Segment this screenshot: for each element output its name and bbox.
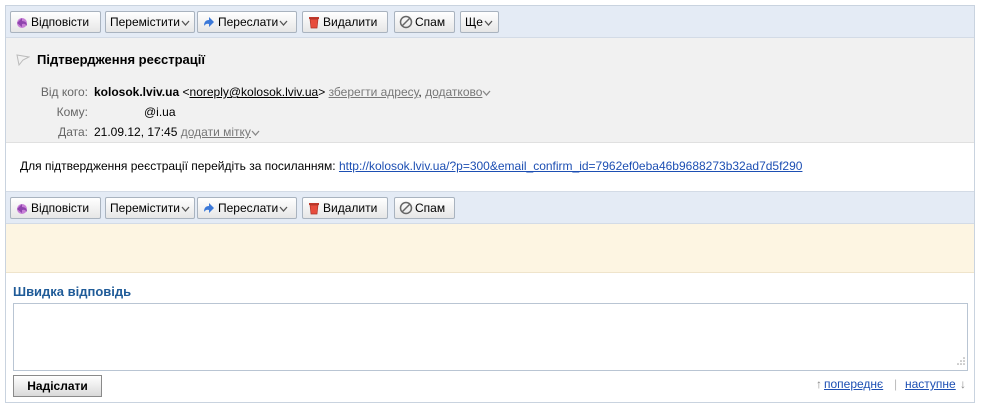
quick-reply-title: Швидка відповідь [13, 284, 132, 299]
to-value: @i.ua [144, 105, 176, 119]
pager-separator: | [894, 377, 898, 391]
block-icon [399, 201, 413, 215]
message-header: Підтвердження реєстрації Від кого: kolos… [6, 38, 974, 143]
chevron-down-icon [484, 12, 493, 32]
more-button[interactable]: Ще [460, 11, 499, 33]
message-subject: Підтвердження реєстрації [37, 52, 206, 67]
from-line: kolosok.lviv.ua <noreply@kolosok.lviv.ua… [94, 85, 491, 99]
next-message-link[interactable]: наступне [905, 377, 956, 391]
date-label: Дата: [58, 125, 88, 139]
delete-button[interactable]: Видалити [302, 197, 388, 219]
quick-reply-textarea[interactable] [13, 303, 968, 371]
prev-message-link[interactable]: попереднє [824, 377, 883, 391]
chevron-down-icon [181, 12, 190, 32]
body-text: Для підтвердження реєстрації перейдіть з… [20, 159, 336, 173]
from-label: Від кого: [40, 85, 88, 99]
forward-button[interactable]: Переслати [197, 11, 297, 33]
trash-icon [307, 201, 321, 215]
add-tag-link[interactable]: додати мітку [181, 125, 251, 139]
sender-email-link[interactable]: noreply@kolosok.lviv.ua [190, 85, 319, 99]
down-arrow-icon: ↓ [960, 377, 966, 391]
chevron-down-icon [279, 12, 288, 32]
reply-button[interactable]: Відповісти [10, 197, 101, 219]
toolbar-top: Відповісти Перемістити Переслати Видалит… [6, 6, 974, 38]
reply-icon [15, 15, 29, 29]
toolbar-bottom: Відповісти Перемістити Переслати Видалит… [6, 191, 974, 224]
move-button[interactable]: Перемістити [105, 197, 195, 219]
date-line: 21.09.12, 17:45 додати мітку [94, 125, 260, 139]
chevron-down-icon [279, 198, 288, 218]
message-view: Відповісти Перемістити Переслати Видалит… [5, 5, 975, 403]
to-label: Кому: [56, 105, 88, 119]
up-arrow-icon: ↑ [816, 377, 822, 391]
resize-grip-icon[interactable] [957, 354, 965, 368]
forward-button[interactable]: Переслати [197, 197, 297, 219]
block-icon [399, 15, 413, 29]
forward-icon [202, 15, 216, 29]
sender-name: kolosok.lviv.ua [94, 85, 180, 99]
spam-button[interactable]: Спам [394, 11, 455, 33]
flag-icon[interactable] [16, 54, 31, 69]
send-button[interactable]: Надіслати [13, 375, 102, 397]
save-address-link[interactable]: зберегти адресу [329, 85, 419, 99]
reply-button[interactable]: Відповісти [10, 11, 101, 33]
more-info-link[interactable]: додатково [425, 85, 482, 99]
trash-icon [307, 15, 321, 29]
chevron-down-icon [181, 198, 190, 218]
delete-button[interactable]: Видалити [302, 11, 388, 33]
chevron-down-icon[interactable] [482, 85, 491, 99]
message-body: Для підтвердження реєстрації перейдіть з… [20, 159, 802, 173]
move-button[interactable]: Перемістити [105, 11, 195, 33]
notice-area [6, 224, 974, 273]
confirm-link[interactable]: http://kolosok.lviv.ua/?p=300&email_conf… [339, 159, 802, 173]
reply-icon [15, 201, 29, 215]
date-value: 21.09.12, 17:45 [94, 125, 178, 139]
forward-icon [202, 201, 216, 215]
chevron-down-icon[interactable] [251, 125, 260, 139]
spam-button[interactable]: Спам [394, 197, 455, 219]
